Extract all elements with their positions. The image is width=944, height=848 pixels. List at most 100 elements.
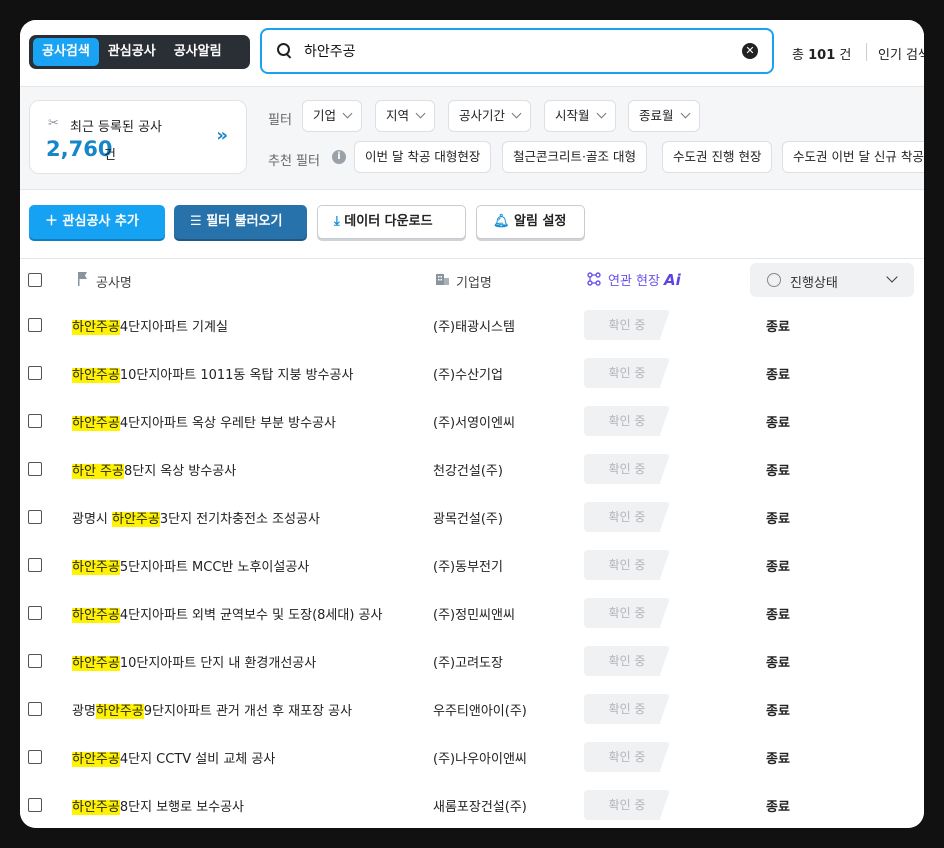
filter-label: 필터 [268,113,292,128]
recent-unit: 건 [104,148,116,163]
construction-name[interactable]: 하안주공10단지아파트 1011동 옥탑 지붕 방수공사 [72,364,353,383]
load-filter-button[interactable]: ☰ 필터 불러오기 [174,205,307,239]
row-checkbox[interactable] [28,798,42,812]
construction-name[interactable]: 하안주공4단지아파트 옥상 우레탄 부분 방수공사 [72,412,336,431]
recent-title: 최근 등록된 공사 [70,120,162,135]
row-checkbox[interactable] [28,510,42,524]
construction-name[interactable]: 하안주공5단지아파트 MCC반 노후이설공사 [72,556,309,575]
filter-start-month-label: 시작월 [555,108,590,123]
name-prefix: 광명시 [72,512,113,527]
company-name: (주)서영이엔씨 [433,416,515,431]
search-highlight: 하안주공 [112,512,160,527]
status-value: 종료 [766,464,790,479]
company-name: 천강건설(주) [433,464,503,479]
related-site-badge: 확인 중 [584,646,670,676]
filter-start-month[interactable]: 시작월 [544,100,616,132]
recent-registered-card[interactable]: ✂ 최근 등록된 공사 2,760 건 » [29,100,247,174]
info-icon[interactable]: i [332,150,346,164]
status-value: 종료 [766,368,790,383]
table-row[interactable]: 하안주공10단지아파트 단지 내 환경개선공사 (주)고려도장 확인 중 종료 [20,637,924,686]
search-highlight: 하안주공 [72,800,120,815]
company-name: 광목건설(주) [433,512,503,527]
tab-construction-alerts[interactable]: 공사알림 [165,38,231,66]
table-row[interactable]: 하안주공4단지 CCTV 설비 교체 공사 (주)나우아이앤씨 확인 중 종료 [20,733,924,782]
add-interest-button[interactable]: ＋ 관심공사 추가 [29,205,165,239]
alert-setting-button[interactable]: 🔔︎ 알림 설정 [476,205,585,239]
status-filter-dropdown[interactable]: 진행상태 [750,263,914,297]
alert-setting-label: 알림 설정 [514,214,567,229]
row-checkbox[interactable] [28,462,42,476]
row-checkbox[interactable] [28,654,42,668]
row-checkbox[interactable] [28,318,42,332]
table-row[interactable]: 하안 주공8단지 옥상 방수공사 천강건설(주) 확인 중 종료 [20,445,924,494]
data-download-button[interactable]: ⤓ 데이터 다운로드 [317,205,466,239]
filter-company[interactable]: 기업 [302,100,363,132]
filter-region-label: 지역 [386,108,410,123]
double-chevron-right-icon[interactable]: » [216,125,228,146]
filter-period[interactable]: 공사기간 [448,100,532,132]
name-suffix: 4단지아파트 외벽 균역보수 및 도장(8세대) 공사 [119,608,383,623]
table-row[interactable]: 하안주공4단지아파트 외벽 균역보수 및 도장(8세대) 공사 (주)정민씨앤씨 확… [20,589,924,638]
table-row[interactable]: 하안주공10단지아파트 1011동 옥탑 지붕 방수공사 (주)수산기업 확인 중 종… [20,349,924,398]
table-row[interactable]: 광명시 하안주공3단지 전기차충전소 조성공사 광목건설(주) 확인 중 종료 [20,493,924,542]
table-row[interactable]: 하안주공5단지아파트 MCC반 노후이설공사 (주)동부전기 확인 중 종료 [20,541,924,590]
search-highlight: 하안 주공 [72,464,124,479]
recommend-filter-1[interactable]: 이번 달 착공 대형현장 [354,141,492,173]
search-highlight: 하안주공 [72,320,120,335]
construction-name[interactable]: 하안 주공8단지 옥상 방수공사 [72,460,236,479]
tools-icon: ✂ [48,116,59,131]
row-checkbox[interactable] [28,750,42,764]
table-row[interactable]: 광명하안주공9단지아파트 관거 개선 후 재포장 공사 우주티앤아이(주) 확인 중… [20,685,924,734]
company-name: (주)정민씨앤씨 [433,608,515,623]
total-unit: 건 [839,48,852,63]
chevron-down-icon [680,108,690,119]
clear-search-icon[interactable]: ✕ [742,43,758,59]
recommend-filter-3[interactable]: 수도권 진행 현장 [662,141,773,173]
related-site-badge: 확인 중 [584,406,670,436]
header-status: 진행상태 [790,276,838,291]
row-checkbox[interactable] [28,414,42,428]
row-checkbox[interactable] [28,702,42,716]
header-related-label: 연관 현장 [608,274,660,289]
construction-name[interactable]: 하안주공10단지아파트 단지 내 환경개선공사 [72,652,316,671]
bell-icon: 🔔︎ [493,214,515,229]
table-row[interactable]: 하안주공8단지 보행로 보수공사 새롬포장건설(주) 확인 중 종료 [20,781,924,828]
header-name: 공사명 [96,276,132,291]
progress-icon [767,273,781,287]
search-highlight: 하안주공 [72,608,120,623]
filter-period-label: 공사기간 [459,108,506,123]
name-suffix: 3단지 전기차충전소 조성공사 [159,512,320,527]
status-value: 종료 [766,560,790,575]
filter-region[interactable]: 지역 [375,100,436,132]
chevron-down-icon [342,108,353,119]
popular-search-link[interactable]: 인기 검색 [878,44,924,63]
name-suffix: 9단지아파트 관거 개선 후 재포장 공사 [143,704,353,719]
construction-name[interactable]: 광명시 하안주공3단지 전기차충전소 조성공사 [72,508,320,527]
row-checkbox[interactable] [28,558,42,572]
search-input[interactable] [302,42,726,60]
construction-name[interactable]: 광명하안주공9단지아파트 관거 개선 후 재포장 공사 [72,700,352,719]
table-row[interactable]: 하안주공4단지아파트 옥상 우레탄 부분 방수공사 (주)서영이엔씨 확인 중 종료 [20,397,924,446]
company-name: (주)태광시스템 [433,320,515,335]
select-all-checkbox[interactable] [28,273,42,287]
construction-name[interactable]: 하안주공4단지아파트 외벽 균역보수 및 도장(8세대) 공사 [72,604,382,623]
row-checkbox[interactable] [28,606,42,620]
name-suffix: 8단지 옥상 방수공사 [123,464,237,479]
row-checkbox[interactable] [28,366,42,380]
name-suffix: 5단지아파트 MCC반 노후이설공사 [119,560,310,575]
construction-name[interactable]: 하안주공4단지아파트 기계실 [72,316,228,335]
construction-name[interactable]: 하안주공4단지 CCTV 설비 교체 공사 [72,748,275,767]
filter-end-month-label: 종료월 [639,108,674,123]
recent-count: 2,760 [46,137,113,161]
status-value: 종료 [766,512,790,527]
related-site-badge: 확인 중 [584,454,670,484]
header-company: 기업명 [456,276,492,291]
recommend-filter-4[interactable]: 수도권 이번 달 신규 착공 [782,141,924,173]
recommend-filter-2[interactable]: 철근콘크리트·골조 대형 [502,141,647,173]
tab-interest-construction[interactable]: 관심공사 [99,38,165,66]
tab-construction-search[interactable]: 공사검색 [33,38,99,66]
table-row[interactable]: 하안주공4단지아파트 기계실 (주)태광시스템 확인 중 종료 [20,301,924,350]
chevron-down-icon [596,108,606,119]
construction-name[interactable]: 하안주공8단지 보행로 보수공사 [72,796,244,815]
filter-end-month[interactable]: 종료월 [628,100,700,132]
